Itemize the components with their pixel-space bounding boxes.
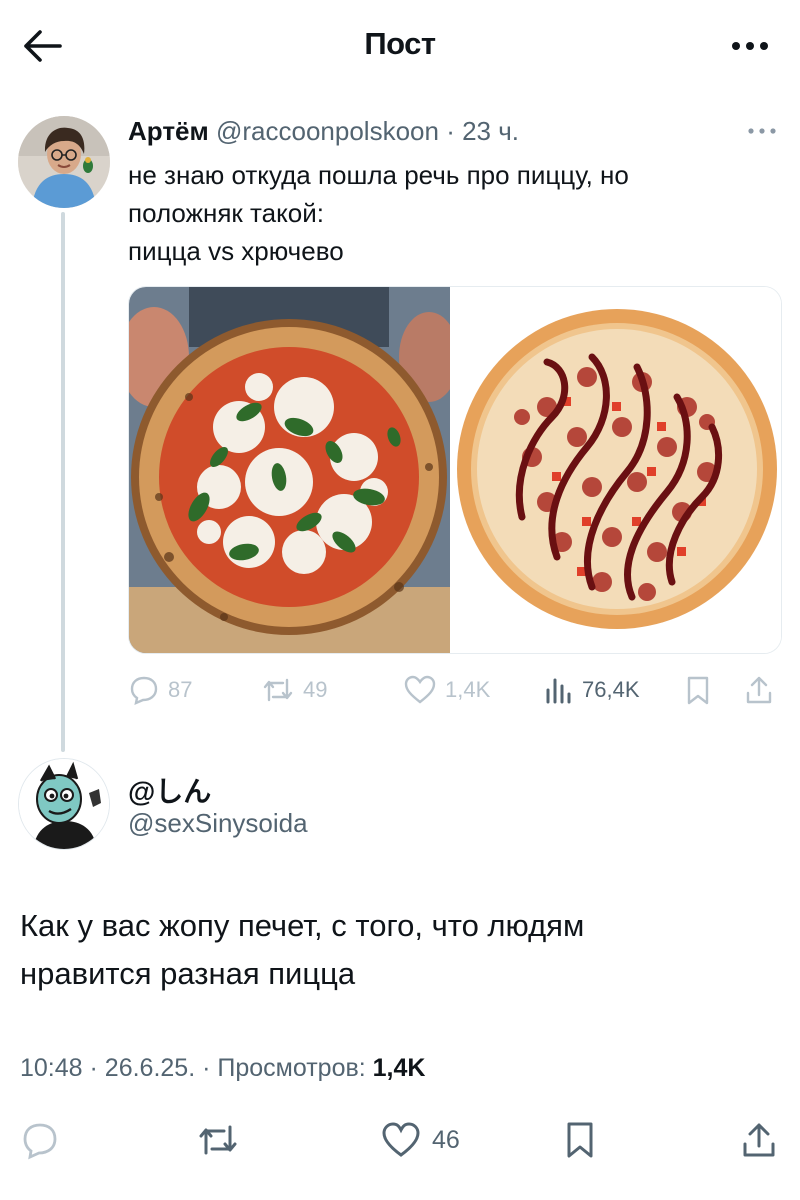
post-media-grid	[128, 286, 782, 654]
post-text-line: пицца vs хрючево	[128, 236, 344, 266]
post-more-button[interactable]	[746, 124, 778, 136]
top-bar: Пост	[0, 0, 800, 92]
post-meta-line: 10:48 · 26.6.25. · Просмотров: 1,4K	[20, 1054, 425, 1083]
share-button[interactable]	[744, 672, 774, 708]
avatar[interactable]	[18, 116, 110, 208]
meta-separator-dot: ·	[202, 1054, 211, 1082]
post-date[interactable]: 26.6.25.	[105, 1054, 195, 1082]
more-horizontal-icon	[732, 42, 768, 50]
views-count: 76,4K	[582, 677, 640, 702]
post-text-line: не знаю откуда пошла речь про пиццу, но	[128, 160, 629, 190]
bar-chart-icon	[546, 678, 571, 704]
reply-button[interactable]: 87	[128, 672, 192, 708]
reply-bubble-icon	[23, 1123, 57, 1160]
reply-author-name[interactable]: @しん	[128, 770, 211, 810]
avatar[interactable]	[18, 758, 110, 850]
margherita-pizza-image	[129, 287, 459, 653]
sausage-bbq-pizza-image	[452, 287, 781, 653]
post-text: не знаю откуда пошла речь про пиццу, но …	[128, 156, 768, 270]
like-count: 46	[432, 1125, 460, 1154]
post-text-line: положняк такой:	[128, 198, 324, 228]
parent-post-actions: 87 49 1,4K 76,4K	[128, 672, 788, 708]
bookmark-button[interactable]	[684, 672, 712, 708]
separator-dot: ·	[446, 116, 455, 146]
repost-button[interactable]	[196, 1118, 240, 1162]
reply-bubble-icon	[130, 676, 158, 706]
page-title: Пост	[364, 26, 436, 61]
like-count: 1,4K	[445, 677, 491, 702]
post-time[interactable]: 23 ч.	[462, 116, 519, 146]
like-button[interactable]: 46	[380, 1118, 460, 1162]
share-icon	[746, 676, 772, 704]
more-horizontal-icon	[748, 128, 776, 134]
bookmark-button[interactable]	[562, 1118, 598, 1162]
repost-button[interactable]: 49	[261, 672, 327, 708]
like-button[interactable]: 1,4K	[403, 672, 490, 708]
margherita-pizza-photo[interactable]	[129, 287, 459, 653]
sausage-bbq-pizza-photo[interactable]	[452, 287, 781, 653]
author-handle[interactable]: @raccoonpolskoon	[216, 116, 439, 146]
reply-author-handle[interactable]: @sexSinysoida	[128, 808, 308, 839]
bookmark-icon	[567, 1122, 593, 1158]
reply-button[interactable]	[20, 1118, 60, 1162]
more-options-button[interactable]	[730, 36, 770, 56]
views-label: Просмотров:	[217, 1054, 366, 1082]
thread-connector-line	[61, 212, 65, 752]
reply-text-line: нравится разная пицца	[20, 956, 356, 991]
reply-post-text: Как у вас жопу печет, с того, что людям …	[20, 902, 780, 998]
bookmark-icon	[687, 676, 709, 705]
share-button[interactable]	[740, 1118, 778, 1162]
views-value[interactable]: 1,4K	[373, 1054, 426, 1082]
heart-icon	[382, 1122, 420, 1157]
meta-separator-dot: ·	[89, 1054, 98, 1082]
views-button[interactable]: 76,4K	[544, 672, 640, 708]
heart-icon	[404, 675, 436, 704]
repost-count: 49	[303, 677, 328, 702]
user-avatar-photo	[18, 116, 110, 208]
share-icon	[743, 1123, 775, 1157]
reply-post-actions: 46	[0, 1110, 800, 1170]
repost-icon	[199, 1125, 237, 1155]
repost-icon	[263, 678, 293, 702]
author-name[interactable]: Артём	[128, 116, 209, 146]
cartoon-avatar-image	[19, 759, 109, 849]
post-author-line: Артём @raccoonpolskoon · 23 ч.	[128, 116, 519, 147]
reply-count: 87	[168, 677, 193, 702]
post-timestamp[interactable]: 10:48	[20, 1054, 83, 1082]
reply-text-line: Как у вас жопу печет, с того, что людям	[20, 908, 585, 943]
